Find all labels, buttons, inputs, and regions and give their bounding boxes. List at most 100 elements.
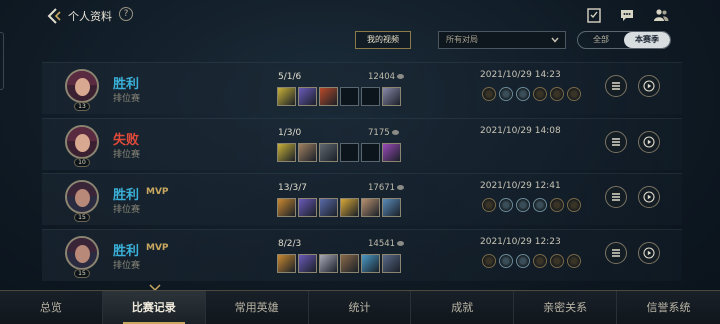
kda: 1/3/0 [278,128,302,138]
match-row[interactable]: 15 胜利 MVP 排位赛 13/3/7 17671 2021/10/29 12:41 [42,173,682,225]
nav-tab-achievements[interactable]: 成就 [411,291,515,324]
my-videos-button[interactable]: 我的视频 [355,31,411,49]
match-type-value: 所有对局 [446,35,478,44]
season-toggle[interactable]: 全部 本赛季 [577,31,671,49]
match-time: 2021/10/29 12:41 [480,181,561,191]
chevron-down-icon [551,37,559,43]
match-mode: 排位赛 [113,261,141,271]
match-details-button[interactable] [605,75,627,97]
kda: 8/2/3 [278,239,302,249]
nav-tab-credit[interactable]: 信誉系统 [617,291,720,324]
item-slot[interactable] [277,87,296,106]
nav-tab-heroes[interactable]: 常用英雄 [206,291,309,324]
match-time: 2021/10/29 14:08 [480,126,561,136]
nav-tab-overview[interactable]: 总览 [0,291,103,324]
item-slot[interactable] [361,143,380,162]
item-slot[interactable] [319,143,338,162]
item-slot[interactable] [298,198,317,217]
achievement-badges [482,198,581,212]
nav-tab-match-history[interactable]: 比赛记录 [102,291,206,324]
list-icon [612,193,620,201]
match-details-button[interactable] [605,186,627,208]
back-icon[interactable] [44,6,64,26]
match-details-button[interactable] [605,131,627,153]
side-drawer-handle[interactable] [0,32,4,90]
item-slot[interactable] [277,198,296,217]
achievement-icon [499,254,513,268]
item-slot[interactable] [382,198,401,217]
list-icon [612,82,620,90]
coin-icon [397,241,405,246]
season-option-all[interactable]: 全部 [578,32,624,48]
item-build [277,198,401,217]
achievement-icon [567,87,581,101]
match-row[interactable]: 13 胜利 排位赛 5/1/6 12404 2021/10/29 14:23 [42,62,682,114]
gold-value: 17671 [368,183,396,193]
coin-icon [391,130,399,135]
checklist-icon[interactable] [586,7,602,23]
chat-icon[interactable] [619,7,635,23]
achievement-icon [567,198,581,212]
achievement-icon [499,87,513,101]
kda: 13/3/7 [278,183,307,193]
achievement-icon [516,198,530,212]
match-result: 胜利 [113,244,140,259]
hero-level: 13 [74,102,90,111]
nav-tab-stats[interactable]: 统计 [309,291,412,324]
item-slot[interactable] [340,87,359,106]
item-slot[interactable] [319,87,338,106]
item-slot[interactable] [277,143,296,162]
hero-avatar [65,125,99,159]
help-icon[interactable]: ? [119,7,133,21]
match-result: 胜利 [113,77,140,92]
achievement-icon [482,87,496,101]
item-slot[interactable] [361,198,380,217]
gold-value: 12404 [368,72,396,82]
item-slot[interactable] [361,254,380,273]
hero-level: 15 [74,213,90,222]
item-slot[interactable] [382,143,401,162]
list-icon [612,249,620,257]
achievement-icon [482,198,496,212]
season-option-current[interactable]: 本赛季 [624,32,670,48]
achievement-icon [516,87,530,101]
item-slot[interactable] [340,254,359,273]
play-icon [643,80,655,92]
achievement-icon [533,254,547,268]
replay-button[interactable] [638,242,660,264]
replay-button[interactable] [638,75,660,97]
item-build [277,143,401,162]
achievement-icon [550,198,564,212]
replay-button[interactable] [638,131,660,153]
mvp-badge: MVP [146,243,169,253]
mvp-badge: MVP [146,187,169,197]
nav-tab-relationships[interactable]: 亲密关系 [514,291,618,324]
achievement-icon [550,254,564,268]
list-icon [612,138,620,146]
hero-level: 15 [74,269,90,278]
match-row[interactable]: 10 失败 排位赛 1/3/0 7175 2021/10/29 14:08 [42,118,682,170]
gold-amount: 14541 [368,239,405,249]
item-slot[interactable] [319,198,338,217]
gold-amount: 12404 [368,72,405,82]
item-slot[interactable] [277,254,296,273]
match-row[interactable]: 15 胜利 MVP 排位赛 8/2/3 14541 2021/10/29 12:23 [42,229,682,281]
item-slot[interactable] [298,254,317,273]
item-build [277,254,401,273]
replay-button[interactable] [638,186,660,208]
item-slot[interactable] [340,143,359,162]
gold-value: 14541 [368,239,396,249]
match-time: 2021/10/29 12:23 [480,237,561,247]
match-details-button[interactable] [605,242,627,264]
item-slot[interactable] [382,254,401,273]
hero-avatar [65,236,99,270]
item-slot[interactable] [382,87,401,106]
match-type-select[interactable]: 所有对局 [438,31,566,49]
match-result: 失败 [113,133,140,148]
item-slot[interactable] [298,143,317,162]
item-slot[interactable] [340,198,359,217]
friends-icon[interactable] [653,7,669,23]
item-slot[interactable] [361,87,380,106]
item-slot[interactable] [319,254,338,273]
item-slot[interactable] [298,87,317,106]
